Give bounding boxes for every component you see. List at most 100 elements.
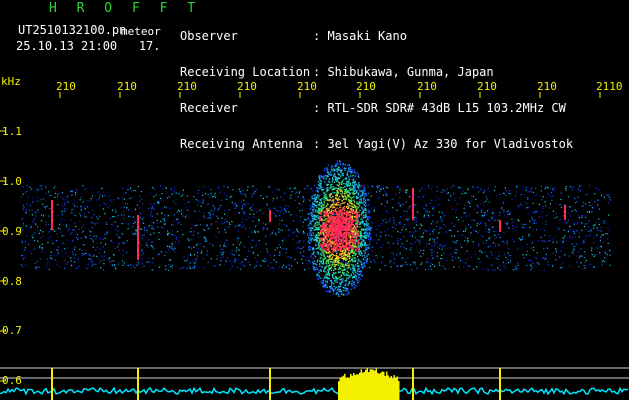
echo-dot	[315, 222, 317, 224]
echo-dot	[341, 270, 344, 272]
echo-dot	[322, 188, 325, 191]
echo-dot	[317, 191, 319, 193]
echo-dot	[321, 254, 323, 257]
noise-dot	[35, 266, 37, 268]
noise-dot	[110, 217, 112, 219]
noise-dot	[37, 197, 39, 199]
noise-dot	[583, 226, 586, 228]
echo-dot	[339, 271, 341, 273]
echo-dot	[331, 189, 333, 191]
echo-dot	[352, 180, 354, 182]
noise-dot	[103, 263, 105, 265]
noise-dot	[551, 238, 553, 240]
noise-dot	[151, 245, 153, 247]
echo-dot	[337, 262, 339, 264]
noise-dot	[120, 218, 122, 220]
echo-dot	[365, 234, 367, 236]
noise-dot	[431, 199, 433, 201]
echo-dot	[354, 188, 356, 190]
noise-dot	[188, 239, 190, 241]
echo-dot	[361, 190, 364, 193]
noise-dot	[193, 246, 195, 248]
echo-dot	[365, 208, 367, 210]
noise-dot	[606, 194, 608, 196]
noise-dot	[183, 256, 185, 258]
echo-dot	[328, 262, 330, 264]
noise-dot	[432, 214, 434, 216]
noise-dot	[382, 256, 384, 258]
noise-dot	[231, 201, 233, 204]
noise-dot	[193, 267, 195, 269]
echo-dot	[365, 211, 367, 214]
echo-dot	[307, 227, 309, 229]
noise-dot	[602, 260, 604, 262]
echo-dot	[308, 213, 311, 215]
echo-dot	[318, 223, 320, 226]
noise-dot	[499, 251, 501, 253]
echo-dot	[309, 205, 312, 207]
noise-dot	[354, 265, 356, 267]
noise-dot	[98, 262, 100, 264]
noise-dot	[74, 215, 76, 217]
noise-dot	[430, 227, 432, 229]
echo-dot	[359, 254, 361, 256]
noise-dot	[442, 215, 445, 217]
noise-dot	[35, 216, 37, 218]
noise-dot	[382, 187, 384, 190]
noise-dot	[214, 265, 216, 267]
echo-dot	[332, 253, 334, 256]
noise-dot	[232, 254, 234, 256]
echo-dot	[356, 207, 358, 209]
noise-dot	[168, 269, 170, 271]
noise-dot	[113, 199, 115, 201]
noise-dot	[307, 187, 309, 189]
noise-dot	[520, 204, 522, 206]
echo-dot	[366, 198, 368, 201]
echo-dot	[341, 293, 343, 295]
echo-dot	[365, 229, 367, 231]
noise-dot	[176, 231, 179, 233]
noise-dot	[35, 211, 37, 213]
echo-dot	[314, 223, 316, 225]
noise-dot	[249, 264, 251, 266]
noise-dot	[530, 259, 532, 261]
echo-dot	[313, 251, 315, 253]
noise-dot	[608, 214, 610, 216]
echo-dot	[355, 259, 357, 262]
noise-dot	[148, 258, 151, 260]
noise-dot	[25, 208, 28, 211]
echo-dot	[322, 260, 324, 262]
noise-dot	[583, 264, 585, 267]
noise-dot	[202, 268, 204, 270]
noise-dot	[459, 259, 462, 262]
noise-dot	[205, 238, 207, 240]
noise-dot	[421, 186, 424, 188]
noise-dot	[101, 187, 103, 190]
echo-dot	[317, 215, 319, 217]
echo-dot	[319, 265, 321, 267]
echo-dot	[308, 246, 311, 248]
noise-dot	[123, 206, 125, 208]
noise-dot	[121, 233, 123, 235]
noise-dot	[489, 245, 491, 247]
noise-dot	[591, 211, 593, 213]
noise-dot	[91, 265, 93, 267]
noise-dot	[409, 249, 412, 251]
noise-dot	[279, 220, 281, 222]
noise-dot	[464, 212, 466, 214]
noise-dot	[533, 249, 535, 251]
noise-dot	[112, 253, 114, 256]
noise-dot	[298, 232, 300, 234]
noise-dot	[25, 212, 27, 214]
echo-dot	[328, 267, 331, 270]
noise-dot	[586, 211, 589, 213]
echo-dot	[345, 206, 348, 208]
echo-dot	[339, 282, 341, 284]
noise-dot	[463, 266, 465, 268]
echo-dot	[318, 176, 321, 179]
noise-dot	[569, 265, 571, 267]
noise-dot	[372, 246, 374, 248]
noise-dot	[167, 215, 169, 217]
noise-dot	[139, 195, 141, 197]
noise-dot	[91, 216, 93, 218]
